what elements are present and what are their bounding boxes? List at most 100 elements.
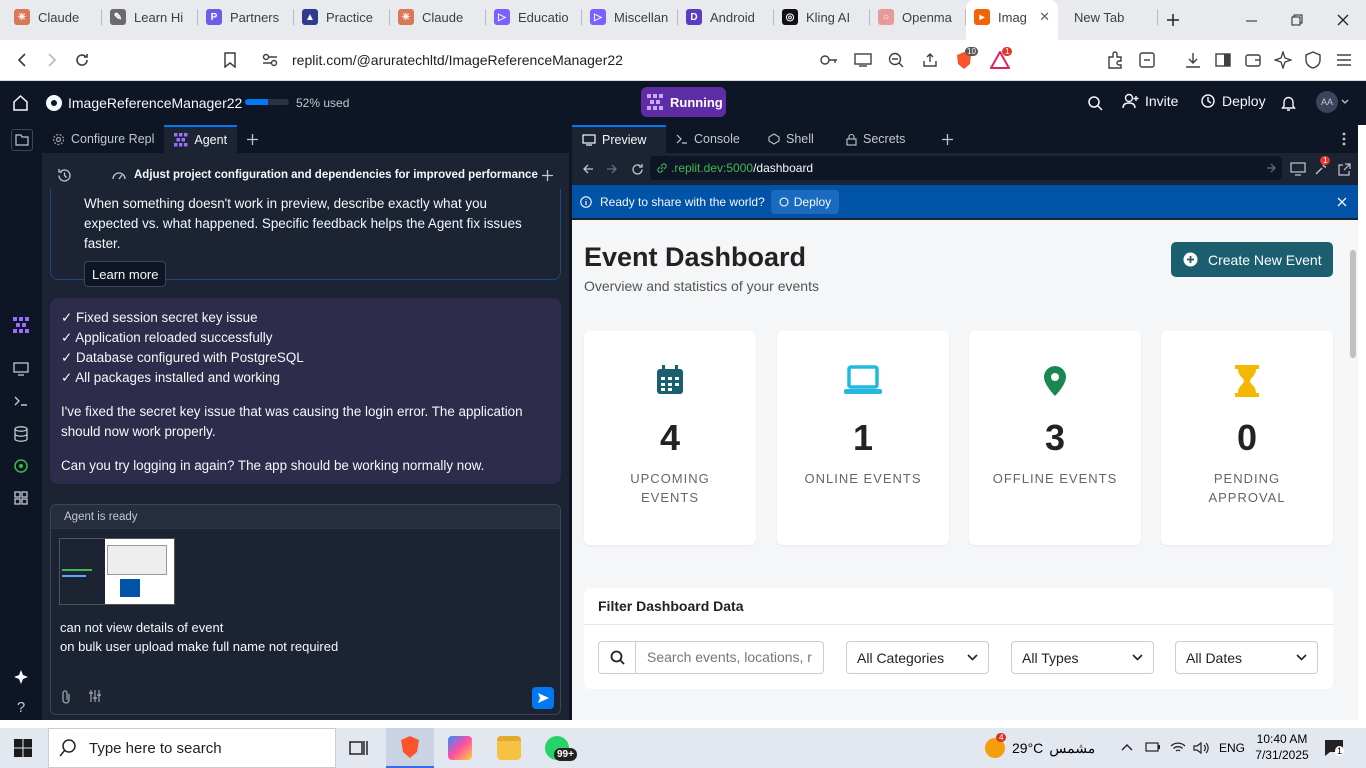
taskbar-search[interactable]: Type here to search	[48, 728, 336, 768]
brave-taskbar-icon[interactable]	[386, 728, 434, 768]
thread-title[interactable]: Adjust project configuration and depende…	[134, 169, 538, 181]
browser-tab[interactable]: ✳ Claude	[6, 0, 102, 34]
devtools-icon[interactable]	[1290, 162, 1306, 176]
types-select[interactable]: All Types	[1011, 641, 1154, 674]
attach-paperclip-icon[interactable]	[60, 689, 72, 705]
scrollbar-thumb[interactable]	[1350, 250, 1356, 358]
copilot-taskbar-icon[interactable]	[448, 736, 472, 760]
zoom-out-icon[interactable]	[888, 52, 904, 68]
tab-secrets[interactable]: Secrets	[836, 125, 932, 153]
battery-icon[interactable]	[1145, 742, 1161, 752]
agent-composer[interactable]: Agent is ready can not view details of e…	[50, 504, 561, 715]
forward-button[interactable]	[37, 45, 67, 75]
preview-forward-icon[interactable]	[606, 163, 618, 175]
reload-button[interactable]	[67, 45, 97, 75]
more-options-icon[interactable]	[1342, 132, 1346, 146]
open-new-window-icon[interactable]	[1338, 162, 1351, 176]
new-right-tab-button[interactable]	[932, 125, 963, 153]
sparkle-icon[interactable]	[11, 667, 31, 687]
settings-sliders-icon[interactable]	[88, 689, 102, 703]
vpn-icon[interactable]	[1304, 51, 1322, 69]
browser-tab[interactable]: ○ Openma	[870, 0, 966, 34]
help-icon[interactable]: ?	[11, 697, 31, 717]
console-tool-icon[interactable]	[11, 391, 31, 411]
preview-url-field[interactable]: .replit.dev:5000/dashboard	[650, 156, 1282, 180]
categories-select[interactable]: All Categories	[846, 641, 989, 674]
browser-tab[interactable]: ▷ Miscellan	[582, 0, 678, 34]
preview-back-icon[interactable]	[582, 163, 594, 175]
tab-configure-repl[interactable]: Configure Repl	[42, 125, 164, 153]
learn-more-button[interactable]: Learn more	[84, 261, 167, 287]
attached-screenshot-thumbnail[interactable]	[59, 538, 175, 605]
run-status-button[interactable]: Running	[641, 87, 726, 117]
browser-tab[interactable]: ▷ Educatio	[486, 0, 582, 34]
banner-deploy-button[interactable]: Deploy	[770, 189, 840, 214]
menu-icon[interactable]	[1335, 51, 1353, 69]
omnibox[interactable]: replit.com/@aruratechltd/ImageReferenceM…	[252, 44, 1022, 76]
new-chat-plus-icon[interactable]	[542, 169, 553, 181]
downloads-icon[interactable]	[1184, 51, 1202, 69]
agent-tool-icon[interactable]	[11, 315, 31, 335]
tab-shell[interactable]: Shell	[758, 125, 836, 153]
browser-tab[interactable]: ◎ Kling AI	[774, 0, 870, 34]
wallet-icon[interactable]	[1244, 51, 1262, 69]
project-name[interactable]: ImageReferenceManager22	[68, 95, 242, 111]
tab-agent[interactable]: Agent	[164, 125, 238, 153]
browser-tab[interactable]: P Partners	[198, 0, 294, 34]
browser-tab[interactable]: ✎ Learn Hi	[102, 0, 198, 34]
back-button[interactable]	[7, 45, 37, 75]
weather-widget[interactable]: 4 29°C مشمس	[984, 728, 1095, 768]
clock[interactable]: 10:40 AM 7/31/2025	[1255, 731, 1309, 763]
wrench-icon[interactable]: 1	[1314, 156, 1331, 176]
search-icon[interactable]	[1087, 95, 1103, 111]
install-app-icon[interactable]	[854, 53, 872, 67]
all-tools-icon[interactable]	[11, 488, 31, 508]
account-chevron-icon[interactable]	[1341, 99, 1349, 105]
preview-scrollbar[interactable]	[1348, 220, 1358, 720]
volume-icon[interactable]	[1193, 741, 1209, 755]
leo-ai-icon[interactable]	[1274, 51, 1292, 69]
close-tab-icon[interactable]: ✕	[1039, 9, 1050, 25]
deploy-button[interactable]: Deploy	[1200, 93, 1266, 109]
input-language[interactable]: ENG	[1219, 741, 1245, 755]
notification-center-icon[interactable]: 1	[1324, 739, 1345, 757]
sidebar-toggle-icon[interactable]	[1214, 51, 1232, 69]
bookmark-icon[interactable]	[215, 45, 245, 75]
invite-button[interactable]: Invite	[1122, 93, 1178, 109]
url-text[interactable]: replit.com/@aruratechltd/ImageReferenceM…	[292, 52, 623, 68]
browser-tab[interactable]: ▸ Imag ✕	[966, 0, 1058, 40]
preview-tool-icon[interactable]	[11, 359, 31, 379]
brave-shields-icon[interactable]: 10	[955, 47, 978, 70]
tray-chevron-up-icon[interactable]	[1121, 743, 1133, 751]
composer-input[interactable]: can not view details of event on bulk us…	[60, 618, 338, 656]
open-url-arrow-icon[interactable]	[1266, 163, 1276, 173]
notifications-bell-icon[interactable]	[1281, 95, 1296, 111]
browser-tab[interactable]: D Android	[678, 0, 774, 34]
browser-tab[interactable]: New Tab	[1058, 0, 1158, 34]
wifi-icon[interactable]	[1170, 741, 1186, 754]
tab-console[interactable]: Console	[666, 125, 758, 153]
browser-tab[interactable]: ▲ Practice	[294, 0, 390, 34]
create-new-event-button[interactable]: Create New Event	[1171, 242, 1333, 277]
banner-close-icon[interactable]	[1337, 197, 1347, 207]
file-tree-icon[interactable]	[11, 129, 33, 151]
share-icon[interactable]	[922, 52, 938, 68]
close-window-button[interactable]	[1320, 0, 1366, 40]
file-explorer-taskbar-icon[interactable]	[497, 736, 521, 760]
new-tab-plus-icon[interactable]	[1162, 10, 1184, 30]
send-button[interactable]	[532, 687, 554, 709]
avatar[interactable]: AA	[1316, 91, 1338, 113]
browser-tab[interactable]: ✳ Claude	[390, 0, 486, 34]
task-view-icon[interactable]	[349, 738, 369, 758]
dates-select[interactable]: All Dates	[1175, 641, 1318, 674]
deployments-tool-icon[interactable]	[11, 456, 31, 476]
extensions-icon[interactable]	[1106, 51, 1124, 69]
new-pane-tab-button[interactable]	[237, 125, 268, 153]
brave-rewards-icon[interactable]: 1	[990, 47, 1013, 69]
preview-reload-icon[interactable]	[631, 163, 644, 176]
tab-preview[interactable]: Preview	[572, 125, 666, 153]
reading-list-icon[interactable]	[1138, 51, 1156, 69]
restore-button[interactable]	[1274, 0, 1320, 40]
password-key-icon[interactable]	[820, 54, 838, 66]
windows-start-icon[interactable]	[14, 739, 32, 757]
